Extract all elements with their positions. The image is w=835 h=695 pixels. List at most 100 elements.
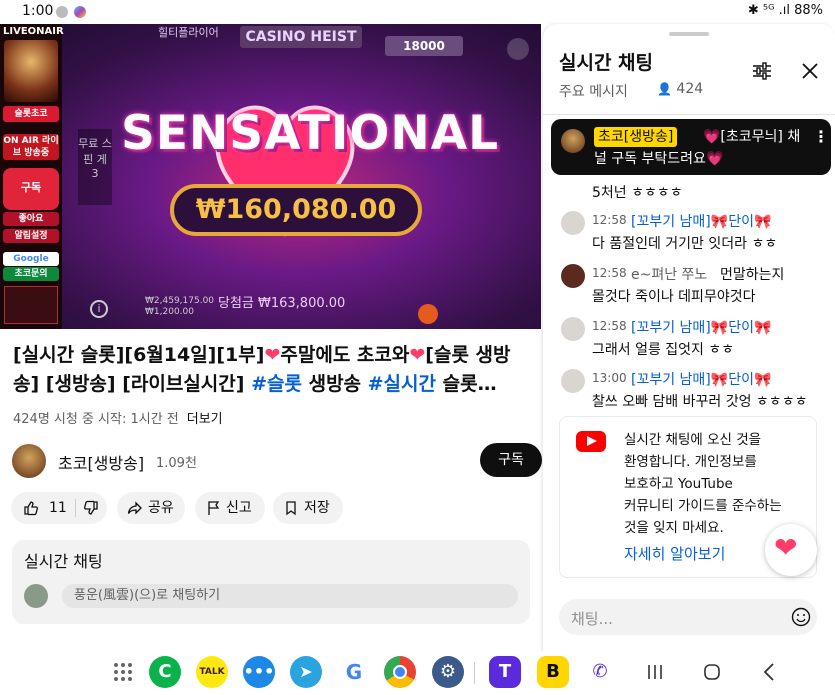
chat-author[interactable]: [꼬부기 남매]🎀단이🎀 [631,211,771,231]
view-count: 424명 시청 중 시작: 1시간 전 [13,412,179,427]
heart-icon: ❤ [774,531,798,564]
chat-author[interactable]: [꼬부기 남매]🎀단이🎀 [631,317,771,337]
live-chat-panel: 실시간 채팅 주요 메시지 👤 424 5처넌 ㅎㅎㅎㅎ 12:58 [꼬부기 … [543,24,835,652]
video-meta: 424명 시청 중 시작: 1시간 전 더보기 [13,408,223,427]
live-chat-preview[interactable]: 실시간 채팅 풍운(風雲)(으)로 채팅하기 [12,540,530,624]
overlay-inquiry: 초코문의 [3,267,59,281]
chrome-icon[interactable] [384,656,416,688]
chat-author[interactable]: e~펴난 쭈노 [631,264,707,284]
b-app-icon[interactable]: B [537,656,569,688]
filter-settings-icon[interactable] [751,60,773,82]
subscriber-count: 1.09천 [156,456,197,471]
messages-icon[interactable]: ••• [243,656,275,688]
share-icon [127,501,142,515]
kakaotalk-icon[interactable]: TALK [196,656,228,688]
t-app-icon[interactable]: T [489,656,521,688]
dislike-icon[interactable] [83,500,99,516]
overlay-on-air: ON AIR 라이브 방송중 [3,134,59,160]
chat-message-text: 5처넌 ㅎㅎㅎㅎ [592,185,683,201]
game-menu-icon [507,38,529,60]
pinned-avatar [561,129,585,153]
channel-row: 초코[생방송] 1.09천 구독 [12,441,542,478]
pinned-text-line-1: 💗[초코무늬] 채 [703,129,801,145]
chat-avatar[interactable] [561,369,585,393]
chat-author[interactable]: [꼬부기 남매]🎀단이🎀 [631,369,771,389]
chat-timestamp: 12:58 [592,266,627,280]
viewer-count: 👤 424 [657,81,703,97]
chat-message-text: 찰쓰 오빠 담배 바꾸러 갓엉 ㅎㅎㅎㅎ [592,394,808,410]
like-icon[interactable] [23,500,39,516]
settings-icon[interactable]: ⚙ [432,656,464,688]
home-button[interactable] [702,662,722,682]
phone-app-icon[interactable]: C [149,656,181,688]
close-icon[interactable] [801,62,819,80]
more-link[interactable]: 더보기 [187,412,223,427]
youtube-icon [576,431,606,452]
hashtag-realtime[interactable]: #실시간 [368,373,436,395]
overlay-notify: 알림설정 [3,229,59,243]
hashtag-slot[interactable]: #슬롯 [251,373,302,395]
chat-timestamp: 12:58 [592,213,627,227]
win-amount: ₩160,080.00 [170,184,422,236]
viewer-count-value: 424 [676,81,704,97]
nav-divider [474,662,475,684]
call-icon[interactable]: ✆ [584,656,616,688]
subscribe-button[interactable]: 구독 [480,443,542,477]
chat-message: 12:58 [꼬부기 남매]🎀단이🎀 다 품절인데 거기만 잇더라 ㅎㅎ [543,208,835,252]
report-button[interactable]: 신고 [195,492,265,524]
app-drawer-icon[interactable] [113,662,133,682]
chat-message-text: 다 품절인데 거기만 잇더라 ㅎㅎ [592,236,778,252]
free-spin-label: 무료 스핀 게 3 [78,129,112,205]
coin-icon [418,304,438,324]
welcome-line: 환영합니다. 개인정보를 [624,454,757,470]
welcome-text: 실시간 채팅에 오신 것을 환영합니다. 개인정보를 보호하고 YouTube … [624,429,814,539]
app-notification-icon [74,6,86,18]
welcome-line: 보호하고 YouTube [624,476,733,492]
chat-preview-input[interactable]: 풍운(風雲)(으)로 채팅하기 [62,584,518,608]
video-player[interactable]: LIVEONAIR 슬롯초코 ON AIR 라이브 방송중 구독 좋아요 알림설… [0,24,541,329]
game-label: 힐티플라이어 [158,26,219,39]
overlay-notice [4,286,58,324]
streamer-image [4,40,58,102]
learn-more-link[interactable]: 자세히 알아보기 [624,543,725,564]
chat-avatar[interactable] [561,264,585,288]
save-label: 저장 [304,500,330,516]
channel-name[interactable]: 초코[생방송] [58,450,144,474]
chat-avatar[interactable] [561,211,585,235]
title-text-5: 슬롯… [436,373,497,395]
overlay-slot-choco: 슬롯초코 [3,106,59,122]
chat-message-text-cont: 몰것다 죽이나 데피무야것다 [592,289,756,305]
chat-mode-selector[interactable]: 주요 메시지 [559,81,628,101]
chat-avatar[interactable] [561,317,585,341]
video-title[interactable]: [실시간 슬롯][6월14일][1부]❤주말에도 초코와❤[슬롯 생방송] [생… [13,341,535,399]
title-text-2: 주말에도 초코와 [280,344,410,366]
recent-apps-button[interactable] [646,662,664,682]
score-banner: 18000 [385,36,463,56]
overlay-google: Google [3,252,59,266]
more-options-icon[interactable]: ⋮ [813,127,829,146]
back-button[interactable] [762,662,776,682]
pinned-message[interactable]: 초코[생방송] 💗[초코무늬] 채 널 구독 부탁드려요💗 ⋮ [551,119,831,175]
live-chat-preview-title: 실시간 채팅 [24,552,103,571]
drag-handle[interactable] [669,32,709,36]
share-button[interactable]: 공유 [117,492,185,524]
channel-avatar[interactable] [12,444,46,478]
chat-message: 12:58 e~펴난 쭈노 먼말하는지 몰것다 죽이나 데피무야것다 [543,261,835,305]
info-icon[interactable]: i [90,300,108,318]
total-win: 당첨금 ₩163,800.00 [218,296,346,311]
overlay-subscribe: 구독 [3,168,59,210]
heart-reaction-button[interactable]: ❤ [765,524,817,576]
bookmark-icon [286,501,296,516]
emoji-icon[interactable] [791,607,811,627]
chat-message-text: 먼말하는지 [720,267,785,283]
save-button[interactable]: 저장 [273,492,343,524]
chat-timestamp: 13:00 [592,371,627,385]
divider [75,499,76,517]
live-chat-title: 실시간 채팅 [559,52,654,74]
welcome-line: 실시간 채팅에 오신 것을 [624,432,762,448]
title-text-4: 생방송 [301,373,368,395]
google-icon[interactable]: G [338,656,370,688]
telegram-icon[interactable]: ➤ [290,656,322,688]
person-icon: 👤 [657,82,672,96]
chat-input[interactable]: 채팅... [559,599,817,635]
